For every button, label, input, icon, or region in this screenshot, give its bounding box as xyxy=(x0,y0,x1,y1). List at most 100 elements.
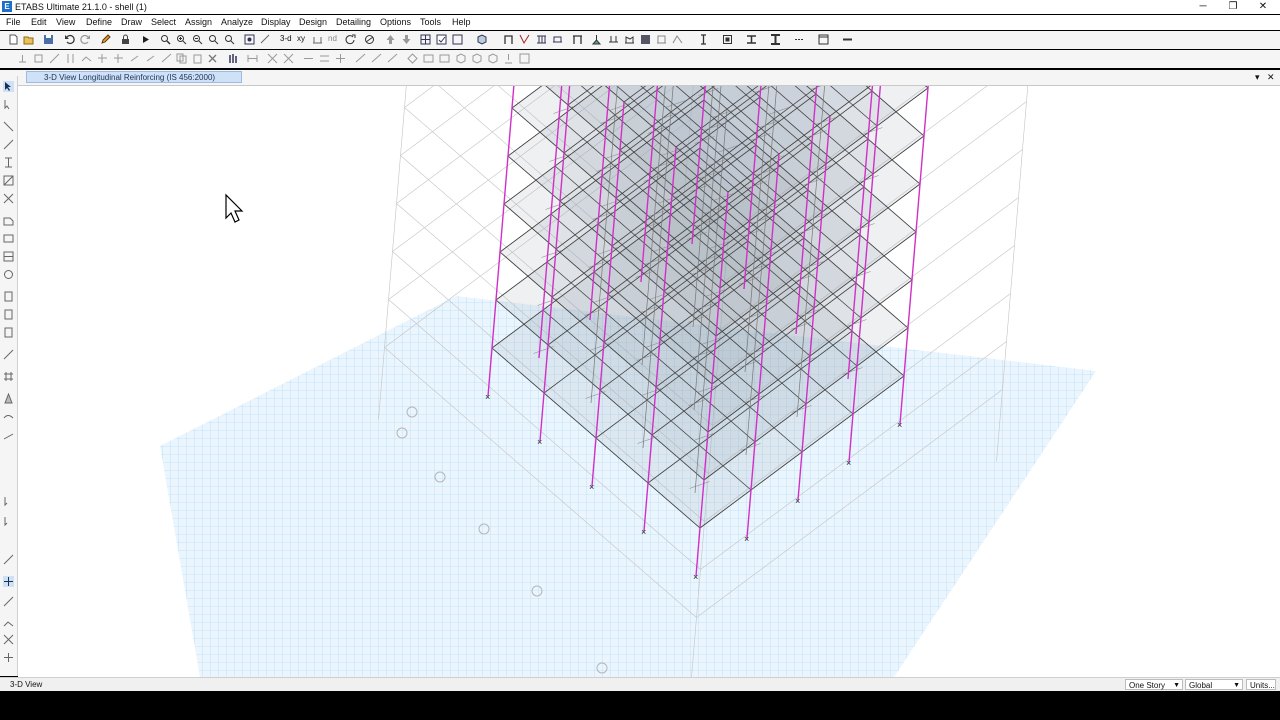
snap-line-icon[interactable] xyxy=(371,53,382,64)
assign-link-tool-icon[interactable] xyxy=(3,634,14,645)
move-up-icon[interactable] xyxy=(385,34,396,45)
box-icon[interactable] xyxy=(722,34,733,45)
elevation-label[interactable]: nd xyxy=(328,34,340,45)
clear-selection-icon[interactable] xyxy=(439,53,450,64)
snap-intersection-icon[interactable] xyxy=(387,53,398,64)
select-previous-icon[interactable] xyxy=(423,53,434,64)
menu-analyze[interactable]: Analyze xyxy=(221,17,253,28)
draw-link-icon[interactable] xyxy=(81,53,92,64)
draw-joint-tool-icon[interactable] xyxy=(3,121,14,132)
draw-opening-tool-icon[interactable] xyxy=(3,269,14,280)
deformed-shape-icon[interactable] xyxy=(656,34,667,45)
select-pointer-tool-icon[interactable] xyxy=(3,516,14,527)
draw-column-icon[interactable] xyxy=(65,53,76,64)
draw-rect-floor-tool-icon[interactable] xyxy=(3,233,14,244)
select-area-icon[interactable] xyxy=(455,53,466,64)
reshape-tool-icon[interactable] xyxy=(3,99,14,110)
undo-icon[interactable] xyxy=(64,34,75,45)
bridge-icon[interactable] xyxy=(552,34,563,45)
draw-spandrel-tool-icon[interactable] xyxy=(3,327,14,338)
zoom-previous-icon[interactable] xyxy=(224,34,235,45)
dashed-line-icon[interactable] xyxy=(794,34,805,45)
frame-icon[interactable] xyxy=(503,34,514,45)
menu-options[interactable]: Options xyxy=(380,17,411,28)
draw-secondary-beam-icon[interactable] xyxy=(97,53,108,64)
tab-close-button[interactable]: ✕ xyxy=(1267,71,1275,83)
assign-restraint-icon[interactable] xyxy=(591,34,602,45)
object-shrink-icon[interactable] xyxy=(476,34,487,45)
view-3d-button[interactable]: 3-d xyxy=(280,34,294,45)
draw-wall-icon[interactable] xyxy=(145,53,156,64)
restore-button[interactable]: ❐ xyxy=(1218,0,1248,14)
section-cut-icon[interactable] xyxy=(698,34,709,45)
new-model-icon[interactable] xyxy=(8,34,19,45)
select-line-tool-icon[interactable] xyxy=(3,576,14,587)
dimension-icon[interactable] xyxy=(247,53,258,64)
menu-tools[interactable]: Tools xyxy=(420,17,441,28)
menu-select[interactable]: Select xyxy=(151,17,176,28)
select-all-icon[interactable] xyxy=(407,53,418,64)
load-icon[interactable] xyxy=(608,34,619,45)
tab-list-dropdown[interactable]: ▾ xyxy=(1255,71,1260,83)
units-button[interactable]: Units... xyxy=(1246,679,1276,690)
menu-display[interactable]: Display xyxy=(261,17,291,28)
rotate-icon[interactable] xyxy=(345,34,356,45)
zoom-window-icon[interactable] xyxy=(160,34,171,45)
draw-floor-icon[interactable] xyxy=(129,53,140,64)
draw-brace-tool-icon[interactable] xyxy=(3,175,14,186)
select-group-icon[interactable] xyxy=(487,53,498,64)
draw-pier-tool-icon[interactable] xyxy=(3,309,14,320)
close-button[interactable]: ✕ xyxy=(1248,0,1278,14)
pencil-icon[interactable] xyxy=(100,34,111,45)
coordinate-system-combo[interactable]: Global ▼ xyxy=(1185,679,1243,690)
model-viewport-3d[interactable]: × × × × × × × × × xyxy=(18,86,1280,677)
lock-icon[interactable] xyxy=(120,34,131,45)
run-analysis-icon[interactable] xyxy=(140,34,151,45)
reshape-icon[interactable] xyxy=(161,53,172,64)
draw-section-cut-tool-icon[interactable] xyxy=(3,431,14,442)
pan-icon[interactable] xyxy=(244,34,255,45)
assign-area-tool-icon[interactable] xyxy=(3,616,14,627)
window-icon[interactable] xyxy=(818,34,829,45)
save-icon[interactable] xyxy=(43,34,54,45)
story-combo[interactable]: One Story ▼ xyxy=(1125,679,1183,690)
perspective-icon[interactable] xyxy=(364,34,375,45)
plan-view-button[interactable]: xy xyxy=(297,34,309,45)
copy-icon[interactable] xyxy=(176,53,187,64)
pointer-icon[interactable] xyxy=(3,81,14,92)
menu-assign[interactable]: Assign xyxy=(185,17,212,28)
beam-icon[interactable] xyxy=(746,34,757,45)
redo-icon[interactable] xyxy=(80,34,91,45)
design-display-icon[interactable] xyxy=(640,34,651,45)
menu-draw[interactable]: Draw xyxy=(121,17,142,28)
menu-help[interactable]: Help xyxy=(452,17,471,28)
check-icon[interactable] xyxy=(436,34,447,45)
draw-beam-tool-icon[interactable] xyxy=(3,139,14,150)
snap-grid-icon[interactable] xyxy=(335,53,346,64)
draw-grid-tool-icon[interactable] xyxy=(3,371,14,382)
select-intersect-tool-icon[interactable] xyxy=(3,554,14,565)
snap-icon[interactable] xyxy=(283,53,294,64)
minimize-button[interactable]: ─ xyxy=(1188,0,1218,14)
menu-design[interactable]: Design xyxy=(299,17,327,28)
truss-icon[interactable] xyxy=(536,34,547,45)
delete-icon[interactable] xyxy=(207,53,218,64)
brace-icon[interactable] xyxy=(519,34,530,45)
display-grid-icon[interactable] xyxy=(420,34,431,45)
select-support-icon[interactable] xyxy=(503,53,514,64)
menu-detailing[interactable]: Detailing xyxy=(336,17,371,28)
move-down-icon[interactable] xyxy=(401,34,412,45)
draw-curve-tool-icon[interactable] xyxy=(3,411,14,422)
line-weight-icon[interactable] xyxy=(842,34,853,45)
elevation-view-icon[interactable] xyxy=(312,34,323,45)
assign-joint-tool-icon[interactable] xyxy=(3,652,14,663)
draw-brace-icon[interactable] xyxy=(49,53,60,64)
wall-icon[interactable] xyxy=(624,34,635,45)
paste-icon[interactable] xyxy=(192,53,203,64)
force-diagram-icon[interactable] xyxy=(672,34,683,45)
draw-dimension-tool-icon[interactable] xyxy=(3,349,14,360)
rubber-band-icon[interactable] xyxy=(260,34,271,45)
select-object-icon[interactable] xyxy=(471,53,482,64)
design-column-icon[interactable] xyxy=(227,53,238,64)
intersect-icon[interactable] xyxy=(267,53,278,64)
